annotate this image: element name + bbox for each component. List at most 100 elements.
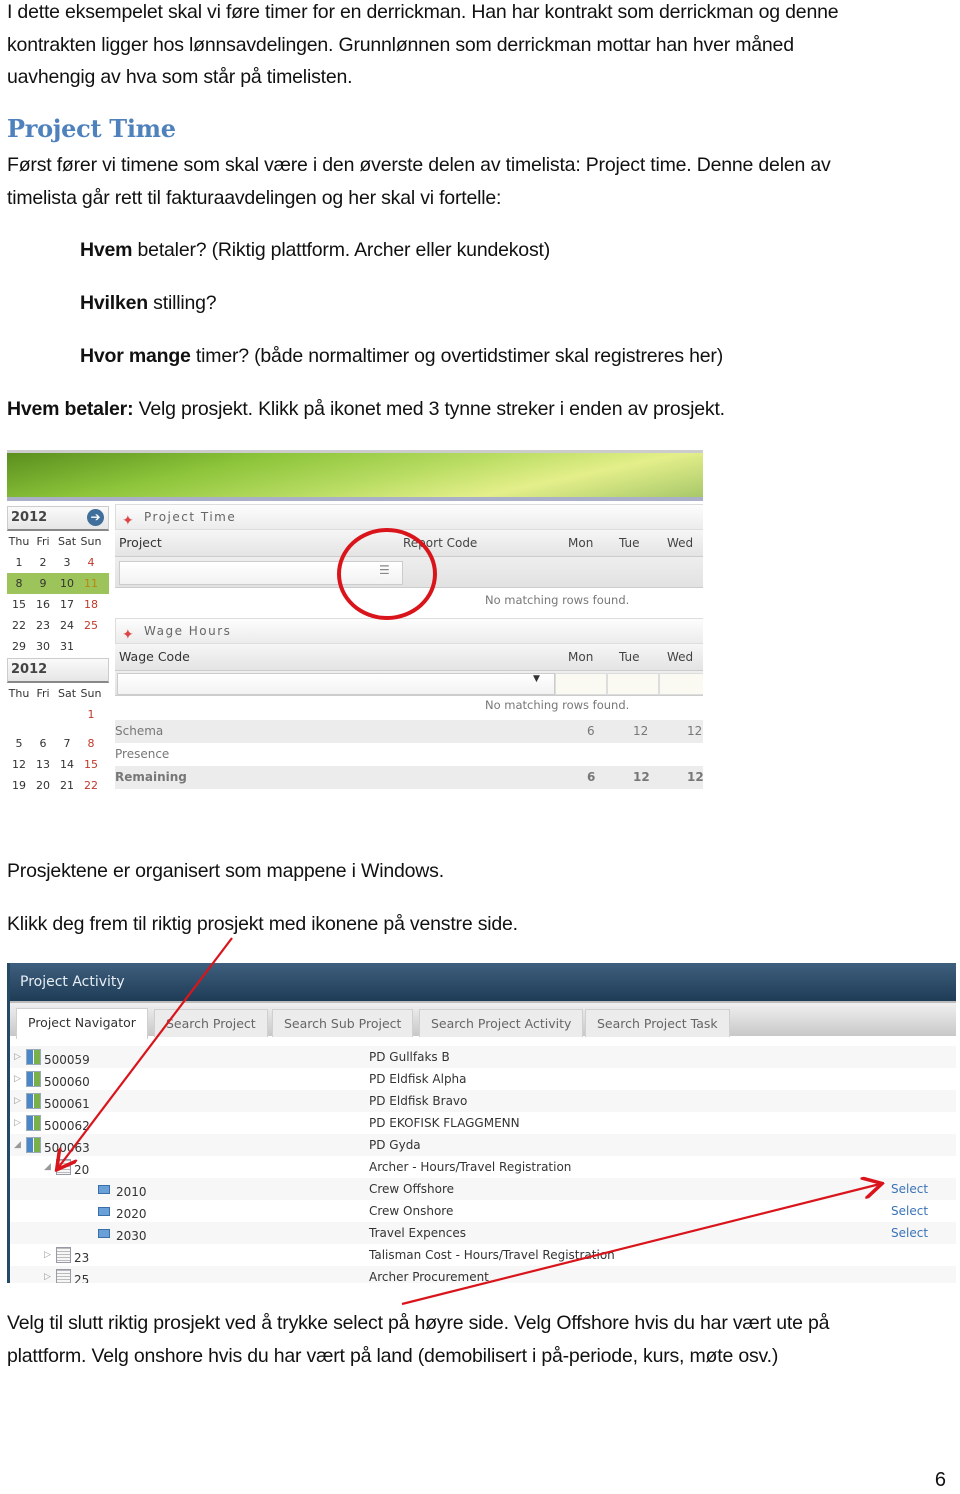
- activity-icon[interactable]: [98, 1207, 110, 1216]
- hours-input-tue[interactable]: [607, 673, 659, 695]
- chevron-down-icon[interactable]: ▼: [533, 674, 540, 684]
- calendar-day[interactable]: 29: [7, 636, 31, 657]
- dialog-title: Project Activity: [10, 963, 956, 1001]
- calendar-day[interactable]: 31: [55, 636, 79, 657]
- expanded-triangle-icon[interactable]: ◢: [14, 1134, 21, 1156]
- calendar-day[interactable]: 8: [7, 573, 31, 594]
- collapsed-triangle-icon[interactable]: ▷: [14, 1068, 21, 1090]
- summary-row-remaining: Remaining 6 12 12: [115, 766, 703, 789]
- tree-row[interactable]: ▷ 500060 PD Eldfisk Alpha: [10, 1068, 956, 1090]
- tree-row[interactable]: 2010 Crew Offshore Select: [10, 1178, 956, 1200]
- arrow-right-circle-icon[interactable]: ➔: [87, 509, 104, 526]
- wage-input-row: ▼: [115, 671, 703, 696]
- calendar-day[interactable]: 24: [55, 615, 79, 636]
- tree-row[interactable]: ▷ 23 Talisman Cost - Hours/Travel Registra…: [10, 1244, 956, 1266]
- calendar-day[interactable]: 5: [7, 733, 31, 754]
- calendar-week-selected[interactable]: 8 9 10 11: [7, 573, 109, 594]
- calendar-day[interactable]: 30: [31, 636, 55, 657]
- hours-input-mon[interactable]: [555, 673, 607, 695]
- calendar-day[interactable]: 4: [79, 552, 103, 573]
- calendar-day[interactable]: 14: [55, 754, 79, 775]
- summary-label: Remaining: [115, 770, 187, 784]
- annotation-circle: [337, 528, 437, 620]
- tab-project-navigator[interactable]: Project Navigator: [16, 1008, 148, 1039]
- tree-description: Crew Offshore: [369, 1182, 455, 1196]
- calendar-day[interactable]: 10: [55, 573, 79, 594]
- calendar-day[interactable]: 8: [79, 733, 103, 754]
- calendar-day[interactable]: 11: [79, 573, 103, 594]
- project-folder-icon[interactable]: [26, 1093, 41, 1109]
- collapsed-triangle-icon[interactable]: ▷: [14, 1090, 21, 1112]
- calendar-day[interactable]: 18: [79, 594, 103, 615]
- calendar-day[interactable]: 25: [79, 615, 103, 636]
- collapsed-triangle-icon[interactable]: ▷: [14, 1112, 21, 1134]
- question-item: Hvilken stilling?: [80, 287, 217, 320]
- tab-search-project-activity[interactable]: Search Project Activity: [419, 1009, 584, 1037]
- project-folder-icon[interactable]: [26, 1137, 41, 1153]
- calendar-day[interactable]: [31, 704, 55, 725]
- calendar-day[interactable]: [55, 704, 79, 725]
- select-link[interactable]: Select: [891, 1222, 928, 1244]
- calendar-day[interactable]: 22: [7, 615, 31, 636]
- collapsed-triangle-icon[interactable]: ▷: [44, 1244, 51, 1266]
- tab-search-sub-project[interactable]: Search Sub Project: [272, 1009, 414, 1037]
- activity-icon[interactable]: [98, 1185, 110, 1194]
- calendar-day[interactable]: 20: [31, 775, 55, 792]
- project-folder-icon[interactable]: [26, 1115, 41, 1131]
- calendar-day[interactable]: 2: [31, 552, 55, 573]
- wage-code-select[interactable]: [117, 673, 555, 695]
- section-line: timelista går rett til fakturaavdelingen…: [7, 186, 502, 209]
- calendar-day[interactable]: 16: [31, 594, 55, 615]
- sub-project-icon[interactable]: [56, 1269, 71, 1283]
- calendar-day[interactable]: 19: [7, 775, 31, 792]
- empty-message: No matching rows found.: [485, 593, 630, 607]
- tree-row[interactable]: ◢ 20 Archer - Hours/Travel Registration: [10, 1156, 956, 1178]
- calendar-day[interactable]: 15: [7, 594, 31, 615]
- calendar-day[interactable]: 17: [55, 594, 79, 615]
- day-label: Thu: [8, 535, 30, 548]
- calendar-day[interactable]: 13: [31, 754, 55, 775]
- calendar-year: 2012: [11, 662, 48, 677]
- calendar-day[interactable]: 22: [79, 775, 103, 792]
- select-link[interactable]: Select: [891, 1200, 928, 1222]
- sub-project-icon[interactable]: [56, 1159, 71, 1175]
- calendar-day[interactable]: 21: [55, 775, 79, 792]
- tree-row[interactable]: 2020 Crew Onshore Select: [10, 1200, 956, 1222]
- tree-description: Archer - Hours/Travel Registration: [369, 1160, 572, 1174]
- calendar-day[interactable]: 15: [79, 754, 103, 775]
- calendar-day[interactable]: 6: [31, 733, 55, 754]
- calendar-day[interactable]: 9: [31, 573, 55, 594]
- tree-row[interactable]: ▷ 500059 PD Gullfaks B: [10, 1046, 956, 1068]
- calendar-day[interactable]: 3: [55, 552, 79, 573]
- calendar-day[interactable]: 1: [79, 704, 103, 725]
- tree-row[interactable]: ▷ 500061 PD Eldfisk Bravo: [10, 1090, 956, 1112]
- question-text: betaler? (Riktig plattform. Archer eller…: [132, 239, 551, 261]
- tab-search-project[interactable]: Search Project: [154, 1009, 268, 1037]
- hours-input-wed[interactable]: [659, 673, 703, 695]
- summary-row-schema: Schema 6 12 12: [115, 720, 703, 743]
- calendar-day[interactable]: 12: [7, 754, 31, 775]
- project-folder-icon[interactable]: [26, 1049, 41, 1065]
- sub-project-icon[interactable]: [56, 1247, 71, 1263]
- summary-mon: 6: [587, 724, 595, 738]
- activity-icon[interactable]: [98, 1229, 110, 1238]
- collapsed-triangle-icon[interactable]: ▷: [44, 1266, 51, 1283]
- calendar-day[interactable]: 7: [55, 733, 79, 754]
- tree-row[interactable]: ◢ 500063 PD Gyda: [10, 1134, 956, 1156]
- instruction-text: Velg prosjekt. Klikk på ikonet med 3 tyn…: [133, 398, 725, 420]
- tree-row[interactable]: ▷ 25 Archer Procurement: [10, 1266, 956, 1283]
- tree-row[interactable]: ▷ 500062 PD EKOFISK FLAGGMENN: [10, 1112, 956, 1134]
- summary-label: Schema: [115, 724, 164, 738]
- select-link[interactable]: Select: [891, 1178, 928, 1200]
- calendar-day[interactable]: [7, 704, 31, 725]
- tab-search-project-task[interactable]: Search Project Task: [585, 1009, 730, 1037]
- tree-row[interactable]: 2030 Travel Expences Select: [10, 1222, 956, 1244]
- calendar-day[interactable]: [79, 636, 103, 657]
- calendar-day[interactable]: 23: [31, 615, 55, 636]
- calendar-day[interactable]: 1: [7, 552, 31, 573]
- project-folder-icon[interactable]: [26, 1071, 41, 1087]
- expanded-triangle-icon[interactable]: ◢: [44, 1156, 51, 1178]
- collapsed-triangle-icon[interactable]: ▷: [14, 1046, 21, 1068]
- calendar-day-header: Thu Fri Sat Sun: [7, 531, 109, 552]
- summary-row-presence: Presence: [115, 743, 703, 766]
